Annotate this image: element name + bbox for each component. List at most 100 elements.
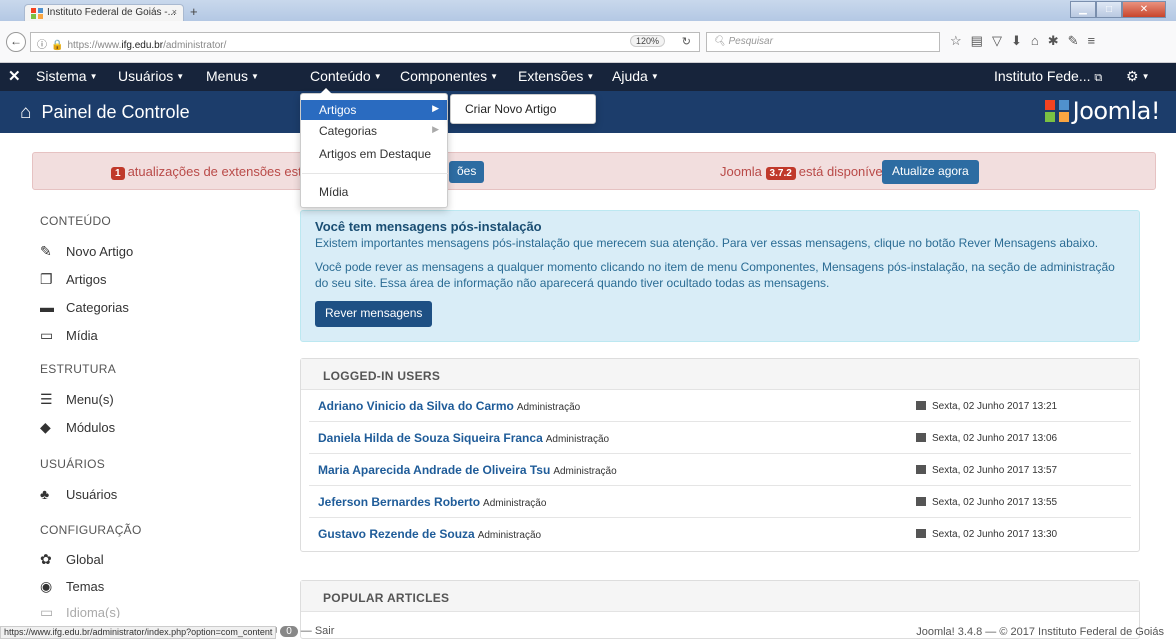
user-link[interactable]: Gustavo Rezende de Souza Administração — [318, 527, 541, 541]
postinstall-text-1: Existem importantes mensagens pós-instal… — [315, 236, 1099, 250]
conteudo-dropdown: Artigos ▶ Categorias ▶ Artigos em Destaque… — [300, 93, 448, 208]
nav-extensoes[interactable]: Extensões ▼ — [518, 68, 594, 84]
sidebar-item-artigos[interactable]: ❐ Artigos — [40, 271, 106, 288]
user-link[interactable]: Maria Aparecida Andrade de Oliveira Tsu A… — [318, 463, 617, 477]
reload-icon[interactable]: ↻ — [682, 35, 691, 48]
close-window-button[interactable]: ✕ — [1122, 1, 1166, 18]
update-now-button[interactable]: Atualize agora — [882, 160, 979, 184]
reading-list-icon[interactable]: ▤ — [971, 33, 992, 48]
user-link[interactable]: Jeferson Bernardes Roberto Administração — [318, 495, 546, 509]
login-date: Sexta, 02 Junho 2017 13:21 — [916, 400, 1057, 412]
nav-usuarios[interactable]: Usuários ▼ — [118, 68, 184, 84]
extension-updates-message: 1 atualizações de extensões estão — [111, 164, 316, 180]
tools-icon[interactable]: ✎ — [1068, 33, 1088, 48]
url-prefix: https://www. — [67, 40, 122, 51]
calendar-icon — [916, 465, 926, 474]
pencil-icon: ✎ — [40, 243, 52, 259]
page-title: ⌂ Painel de Controle — [20, 102, 190, 123]
sidebar-item-idiomas[interactable]: ▭ Idioma(s) — [40, 604, 120, 618]
joomla-update-message: Joomla 3.7.2 está disponível: — [720, 164, 890, 180]
image-icon: ▭ — [40, 327, 54, 343]
review-messages-button[interactable]: Rever mensagens — [315, 301, 433, 327]
table-row: Adriano Vinicio da Silva do Carmo Adminis… — [309, 390, 1131, 422]
login-date: Sexta, 02 Junho 2017 13:30 — [916, 528, 1057, 540]
minimize-button[interactable]: ▁ — [1070, 1, 1096, 18]
sidebar-item-usuarios[interactable]: ♣ Usuários — [40, 486, 117, 502]
search-icon: 🔍︎ — [713, 36, 729, 47]
zoom-indicator[interactable]: 120% — [629, 35, 665, 47]
sidebar-item-midia[interactable]: ▭ Mídia — [40, 327, 98, 344]
menu-icon[interactable]: ≡ — [1088, 33, 1105, 48]
menu-item-artigos[interactable]: Artigos ▶ — [301, 100, 447, 120]
back-button[interactable]: ← — [6, 32, 26, 52]
user-settings-gear-icon[interactable]: ⚙ ▼ — [1126, 68, 1149, 85]
maximize-button[interactable]: □ — [1096, 1, 1122, 18]
user-link[interactable]: Daniela Hilda de Souza Siqueira Franca Ad… — [318, 431, 609, 445]
sidebar-item-modulos[interactable]: ◆ Módulos — [40, 419, 115, 436]
new-tab-button[interactable]: + — [190, 4, 198, 19]
joomla-favicon-icon — [31, 8, 43, 19]
user-link[interactable]: Adriano Vinicio da Silva do Carmo Adminis… — [318, 399, 580, 413]
logout-link[interactable]: Sair — [315, 625, 335, 637]
login-date: Sexta, 02 Junho 2017 13:06 — [916, 432, 1057, 444]
browser-tab-title: Instituto Federal de Goiás -... — [47, 7, 176, 18]
extension-icon[interactable]: ✱ — [1048, 33, 1068, 48]
info-icon: ⓘ — [37, 40, 47, 51]
sidebar-item-menus[interactable]: ☰ Menu(s) — [40, 391, 114, 408]
login-date: Sexta, 02 Junho 2017 13:55 — [916, 496, 1057, 508]
site-name-link[interactable]: Instituto Fede... ⧉ — [994, 68, 1102, 85]
url-bar[interactable]: ⓘ 🔒 https://www.ifg.edu.br/administrator/ … — [30, 32, 700, 52]
external-link-icon: ⧉ — [1094, 72, 1103, 84]
home-icon: ⌂ — [20, 102, 32, 123]
sidebar-item-novo-artigo[interactable]: ✎ Novo Artigo — [40, 243, 133, 260]
nav-componentes[interactable]: Componentes ▼ — [400, 68, 498, 84]
table-row: Gustavo Rezende de Souza Administração Se… — [309, 518, 1131, 550]
admin-footer-status: ✉0— Sair — [268, 624, 334, 637]
dropdown-caret — [320, 88, 332, 94]
gear-icon: ✿ — [40, 551, 52, 567]
list-icon: ☰ — [40, 391, 53, 407]
postinstall-alert: Você tem mensagens pós-instalação Existe… — [300, 210, 1140, 342]
tab-close-icon[interactable]: × — [172, 7, 177, 17]
menu-item-artigos-destaque[interactable]: Artigos em Destaque — [301, 144, 447, 164]
nav-conteudo[interactable]: Conteúdo ▼ — [310, 68, 382, 84]
messages-count[interactable]: 0 — [280, 626, 298, 637]
menu-item-categorias[interactable]: Categorias ▶ — [301, 121, 447, 141]
pocket-icon[interactable]: ▽ — [992, 33, 1011, 48]
sidebar-section-conteudo: CONTEÚDO — [40, 214, 112, 228]
calendar-icon — [916, 433, 926, 442]
sidebar-section-configuracao: CONFIGURAÇÃO — [40, 523, 142, 537]
nav-menus[interactable]: Menus ▼ — [206, 68, 259, 84]
panel-title: POPULAR ARTICLES — [301, 581, 1139, 612]
joomla-logo: Joomla! — [1044, 97, 1161, 125]
browser-search-input[interactable]: 🔍︎ Pesquisar — [706, 32, 940, 52]
sidebar-item-categorias[interactable]: ▬ Categorias — [40, 299, 129, 315]
lock-icon: 🔒 — [51, 40, 64, 51]
joomla-x-icon[interactable]: ✕ — [8, 67, 21, 85]
sidebar-section-usuarios: USUÁRIOS — [40, 457, 106, 471]
url-host: ifg.edu.br — [121, 40, 164, 51]
submenu-arrow-icon: ▶ — [432, 103, 439, 113]
nav-sistema[interactable]: Sistema ▼ — [36, 68, 98, 84]
footer-copyright: Joomla! 3.4.8 — © 2017 Instituto Federal… — [916, 626, 1164, 638]
browser-tab[interactable]: Instituto Federal de Goiás -... × — [24, 4, 184, 21]
nav-ajuda[interactable]: Ajuda ▼ — [612, 68, 659, 84]
view-updates-button[interactable]: ões — [449, 161, 485, 183]
version-badge: 3.7.2 — [765, 167, 796, 180]
download-icon[interactable]: ⬇ — [1011, 33, 1031, 48]
sidebar-item-global[interactable]: ✿ Global — [40, 551, 104, 568]
users-icon: ♣ — [40, 486, 50, 502]
postinstall-text-2: Você pode rever as mensagens a qualquer … — [315, 260, 1115, 290]
menu-item-midia[interactable]: Mídia — [301, 182, 447, 202]
sidebar-section-estrutura: ESTRUTURA — [40, 362, 117, 376]
menu-divider — [302, 173, 448, 174]
panel-title: LOGGED-IN USERS — [301, 359, 1139, 390]
sidebar-item-temas[interactable]: ◉ Temas — [40, 578, 104, 595]
calendar-icon — [916, 529, 926, 538]
menu-item-criar-novo-artigo[interactable]: Criar Novo Artigo — [450, 94, 596, 124]
browser-toolbar-icons: ☆▤▽⬇⌂✱✎≡ — [950, 33, 1104, 49]
bookmark-star-icon[interactable]: ☆ — [950, 33, 971, 48]
calendar-icon — [916, 497, 926, 506]
home-icon[interactable]: ⌂ — [1031, 33, 1048, 48]
postinstall-title: Você tem mensagens pós-instalação — [315, 219, 542, 234]
